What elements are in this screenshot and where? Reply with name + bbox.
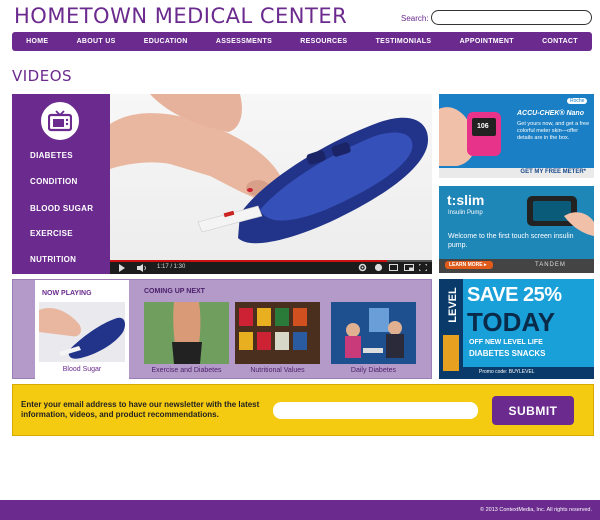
nav-item-about-us[interactable]: ABOUT US: [77, 38, 116, 45]
copyright-text: © 2013 ContextMedia, Inc. All rights res…: [480, 507, 592, 513]
thumb-nutritional-values[interactable]: [235, 302, 320, 364]
nav-item-testimonials[interactable]: TESTIMONIALS: [376, 38, 432, 45]
site-title: HOMETOWN MEDICAL CENTER: [14, 4, 348, 28]
topic-exercise[interactable]: EXERCISE: [30, 229, 73, 238]
now-playing-title: NOW PLAYING: [42, 290, 92, 297]
ad-tslim[interactable]: t:slim Insulin Pump Welcome to the first…: [439, 186, 594, 273]
video-playlist-panel: NOW PLAYING Blood Sugar COMING UP NEXT E…: [12, 279, 432, 380]
now-playing-caption: Blood Sugar: [62, 366, 102, 373]
newsletter-text: Enter your email address to have our new…: [21, 400, 260, 419]
thumb-exercise-and-diabetes[interactable]: [144, 302, 229, 364]
nav-item-home[interactable]: HOME: [26, 38, 48, 45]
footer: © 2013 ContextMedia, Inc. All rights res…: [0, 500, 600, 520]
thumb-daily-diabetes[interactable]: [331, 302, 416, 364]
now-playing-thumbnail: [39, 302, 125, 362]
roche-logo: Roche: [567, 98, 588, 104]
glucose-meter-image: [110, 94, 428, 244]
nav-item-education[interactable]: EDUCATION: [144, 38, 188, 45]
thumb-caption-exercise: Exercise and Diabetes: [151, 367, 222, 374]
topic-sidebar: DIABETES CONDITION BLOOD SUGAR EXERCISE …: [12, 94, 110, 274]
video-frame[interactable]: 1:17 / 1:30: [110, 94, 432, 274]
search-label: Search:: [401, 14, 429, 23]
ad-tslim-brand: t:slim: [447, 192, 485, 208]
captions-icon[interactable]: [389, 264, 398, 271]
search-input[interactable]: [431, 10, 592, 25]
thumb-caption-nutritional: Nutritional Values: [250, 367, 305, 374]
topic-condition[interactable]: CONDITION: [30, 177, 78, 186]
topic-nutrition[interactable]: NUTRITION: [30, 255, 76, 264]
page-title: VIDEOS: [12, 67, 73, 85]
nav-item-appointment[interactable]: APPOINTMENT: [460, 38, 514, 45]
progress-fill: [110, 260, 387, 262]
miniplayer-icon[interactable]: [404, 264, 414, 271]
level-logo: LEVEL: [447, 287, 459, 323]
play-icon[interactable]: [118, 264, 126, 272]
nav-item-resources[interactable]: RESOURCES: [300, 38, 347, 45]
topic-diabetes[interactable]: DIABETES: [30, 151, 73, 160]
ad-level-headline1: SAVE 25%: [467, 284, 562, 306]
ad-tslim-cta[interactable]: LEARN MORE ▸: [449, 262, 487, 268]
nav-item-contact[interactable]: CONTACT: [542, 38, 578, 45]
volume-icon[interactable]: [137, 264, 147, 272]
ad-level-sub2: DIABETES SNACKS: [469, 349, 546, 358]
newsletter-signup: Enter your email address to have our new…: [12, 384, 594, 436]
main-nav: HOME ABOUT US EDUCATION ASSESSMENTS RESO…: [12, 32, 592, 51]
ad-level[interactable]: LEVEL SAVE 25% TODAY OFF NEW LEVEL LIFE …: [439, 279, 594, 379]
ad-accuchek-cta[interactable]: GET MY FREE METER*: [439, 169, 594, 175]
ad-level-headline2: TODAY: [467, 307, 556, 337]
video-player: DIABETES CONDITION BLOOD SUGAR EXERCISE …: [12, 94, 432, 274]
tandem-logo: TANDEM: [535, 262, 566, 268]
newsletter-email-input[interactable]: [273, 402, 478, 419]
progress-bar[interactable]: [110, 260, 432, 262]
coming-up-title: COMING UP NEXT: [144, 288, 205, 295]
info-icon[interactable]: [374, 263, 383, 272]
settings-icon[interactable]: [358, 263, 367, 272]
video-controls: 1:17 / 1:30: [110, 260, 432, 274]
fullscreen-icon[interactable]: [419, 264, 427, 271]
ad-accuchek-reading: 106: [477, 123, 489, 130]
ad-tslim-sub: Insulin Pump: [448, 210, 483, 216]
thumb-caption-daily: Daily Diabetes: [350, 367, 397, 374]
nav-item-assessments[interactable]: ASSESSMENTS: [216, 38, 272, 45]
ad-accuchek-body: Get yours now, and get a free colorful m…: [517, 121, 590, 141]
topic-blood-sugar[interactable]: BLOOD SUGAR: [30, 204, 93, 213]
ad-accuchek-brand: ACCU-CHEK® Nano: [517, 110, 584, 117]
tv-icon: [41, 102, 79, 140]
ad-tslim-body: Welcome to the first touch screen insuli…: [448, 233, 574, 249]
ad-level-promo: Promo code: BUYLEVEL: [479, 369, 535, 375]
ad-level-sub1: OFF NEW LEVEL LIFE: [469, 339, 543, 346]
video-time: 1:17 / 1:30: [157, 264, 186, 270]
ad-accuchek[interactable]: 106 Roche ACCU-CHEK® Nano Get yours now,…: [439, 94, 594, 178]
now-playing[interactable]: NOW PLAYING Blood Sugar: [35, 280, 129, 380]
submit-button[interactable]: SUBMIT: [492, 396, 574, 425]
